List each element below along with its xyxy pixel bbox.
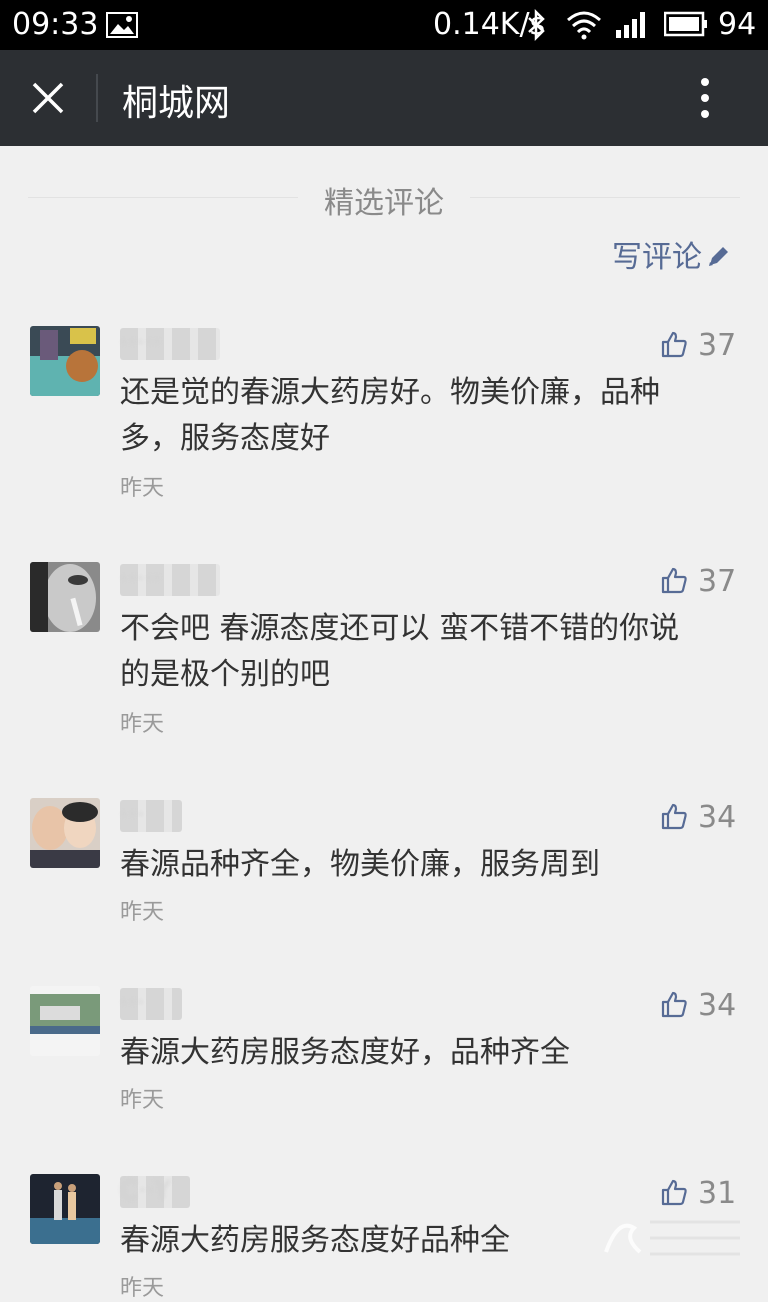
bluetooth-icon — [528, 9, 545, 41]
status-time: 09:33 — [12, 7, 99, 42]
image-notification-icon — [106, 12, 138, 38]
thumbs-up-icon — [661, 991, 687, 1018]
comment-text: 还是觉的春源大药房好。物美价廉，品种 多，服务态度好 — [120, 370, 720, 462]
section-title: 精选评论 — [324, 186, 444, 221]
comment-nickname: ····· — [120, 328, 220, 360]
wifi-icon — [567, 11, 601, 40]
comment-time: 昨天 — [120, 900, 165, 925]
comment-text-line: 春源大药房服务态度好，品种齐全 — [120, 1035, 570, 1070]
like-count: 34 — [698, 800, 737, 835]
avatar[interactable] — [30, 562, 100, 632]
avatar[interactable] — [30, 798, 100, 868]
comment-text: 不会吧 春源态度还可以 蛮不错不错的你说 的是极个别的吧 — [120, 606, 720, 698]
comment-text-line: 不会吧 春源态度还可以 蛮不错不错的你说 — [120, 611, 680, 646]
like-count: 31 — [698, 1176, 737, 1211]
comment-text-line: 春源品种齐全，物美价廉，服务周到 — [120, 847, 600, 882]
comment-nickname: ····· — [120, 564, 220, 596]
avatar[interactable] — [30, 326, 100, 396]
like-count: 34 — [698, 988, 737, 1023]
comment-time: 昨天 — [120, 1088, 165, 1113]
comment-text-line: 的是极个别的吧 — [120, 657, 330, 692]
thumbs-up-icon — [661, 331, 687, 358]
status-bar: 09:33 0.14K/s 94 — [0, 0, 768, 50]
more-vertical-icon[interactable] — [690, 74, 720, 122]
thumbs-up-icon — [661, 1179, 687, 1206]
comment-nickname: ··· — [120, 988, 182, 1020]
site-watermark-logo — [604, 1220, 740, 1256]
comment-time: 昨天 — [120, 1276, 165, 1301]
avatar[interactable] — [30, 1174, 100, 1244]
comment-nickname: C··Y — [120, 1176, 190, 1208]
comment-text: 春源品种齐全，物美价廉，服务周到 — [120, 842, 720, 888]
write-comment-button[interactable]: 写评论 — [612, 232, 732, 276]
comment-nickname: ··· — [120, 800, 182, 832]
like-count: 37 — [698, 564, 737, 599]
write-comment-label: 写评论 — [612, 240, 702, 275]
like-button[interactable]: 31 — [660, 1176, 736, 1211]
pencil-icon — [709, 247, 728, 266]
like-button[interactable]: 34 — [660, 988, 736, 1023]
featured-comments-header: 精选评论 — [28, 172, 740, 222]
page-title: 桐城网 — [122, 83, 231, 124]
battery-level: 94 — [718, 7, 757, 42]
close-icon[interactable] — [28, 78, 68, 118]
battery-icon — [664, 11, 707, 37]
comment-text-line: 多，服务态度好 — [120, 421, 330, 456]
comment-text: 春源大药房服务态度好，品种齐全 — [120, 1030, 720, 1076]
thumbs-up-icon — [661, 803, 687, 830]
comment-time: 昨天 — [120, 476, 165, 501]
signal-icon — [616, 12, 645, 38]
title-divider — [96, 74, 98, 122]
like-button[interactable]: 37 — [660, 328, 736, 363]
comment-time: 昨天 — [120, 712, 165, 737]
like-count: 37 — [698, 328, 737, 363]
title-bar: 桐城网 — [0, 50, 768, 146]
avatar[interactable] — [30, 986, 100, 1056]
comment-text-line: 还是觉的春源大药房好。物美价廉，品种 — [120, 375, 660, 410]
thumbs-up-icon — [661, 567, 687, 594]
like-button[interactable]: 37 — [660, 564, 736, 599]
like-button[interactable]: 34 — [660, 800, 736, 835]
